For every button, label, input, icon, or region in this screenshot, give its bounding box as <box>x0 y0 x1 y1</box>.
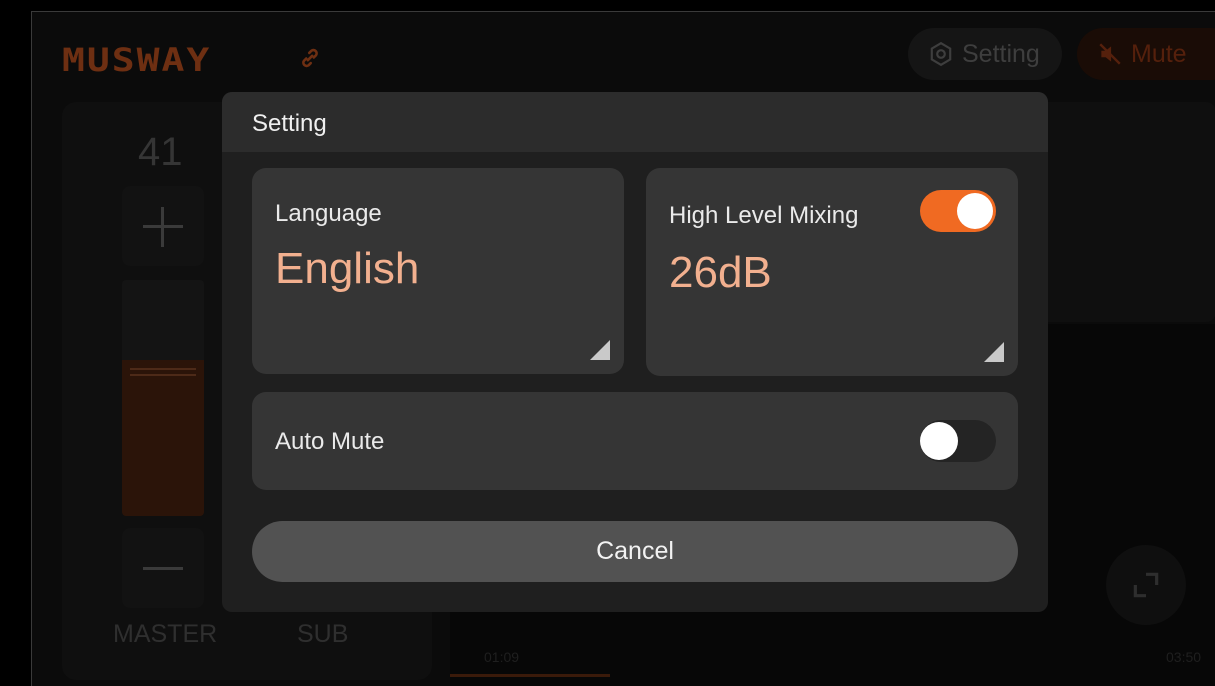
header-mute-button[interactable]: Mute <box>1077 28 1215 80</box>
language-card[interactable]: Language English <box>252 168 624 374</box>
header-mute-label: Mute <box>1131 39 1187 68</box>
auto-mute-card: Auto Mute <box>252 392 1018 490</box>
gear-icon <box>930 41 952 67</box>
link-icon <box>302 48 318 68</box>
channel-sub-label[interactable]: SUB <box>297 620 348 649</box>
right-panel <box>1032 102 1215 322</box>
corner-indicator-icon <box>984 342 1004 362</box>
dialog-title: Setting <box>222 92 1048 152</box>
high-level-mixing-card[interactable]: High Level Mixing 26dB <box>646 168 1018 376</box>
volume-plus-button[interactable] <box>122 186 204 266</box>
expand-icon <box>1133 572 1159 598</box>
high-level-mixing-value: 26dB <box>669 248 772 297</box>
channel-master-label[interactable]: MASTER <box>113 620 217 649</box>
master-volume-value: 41 <box>138 130 183 174</box>
master-fader[interactable] <box>122 280 204 516</box>
fader-grip <box>130 368 196 371</box>
musway-logo: MUSWAY <box>62 41 212 79</box>
toggle-knob <box>957 193 993 229</box>
toggle-knob <box>920 422 958 460</box>
header-setting-button[interactable]: Setting <box>908 28 1062 80</box>
fader-grip <box>130 374 196 377</box>
time-current: 01:09 <box>484 649 520 665</box>
time-total: 03:50 <box>1166 649 1202 665</box>
header-setting-label: Setting <box>962 39 1040 68</box>
settings-dialog: Setting Language English High Level Mixi… <box>222 92 1048 612</box>
auto-mute-toggle[interactable] <box>920 420 996 462</box>
playback-progress[interactable] <box>450 674 610 677</box>
speaker-muted-icon <box>1099 43 1121 65</box>
high-level-mixing-toggle[interactable] <box>920 190 996 232</box>
volume-minus-button[interactable] <box>122 528 204 608</box>
cancel-button[interactable]: Cancel <box>252 521 1018 582</box>
fader-fill <box>122 360 204 516</box>
language-value: English <box>275 244 420 293</box>
high-level-mixing-label: High Level Mixing <box>669 202 859 229</box>
expand-button[interactable] <box>1106 545 1186 625</box>
auto-mute-label: Auto Mute <box>275 428 385 455</box>
language-label: Language <box>275 200 382 227</box>
corner-indicator-icon <box>590 340 610 360</box>
